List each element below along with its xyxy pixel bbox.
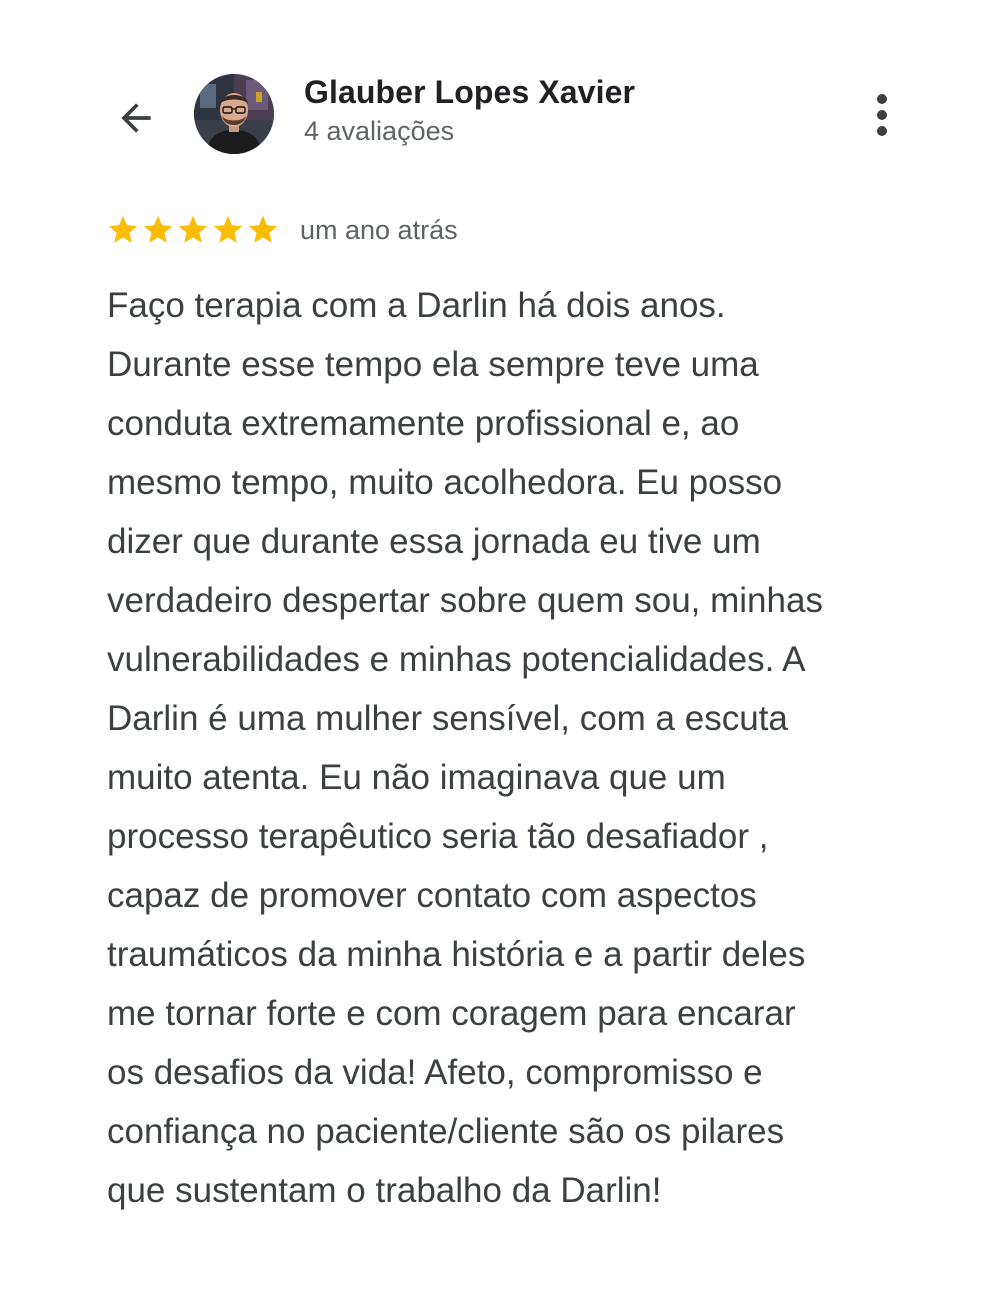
review-text-line: me tornar forte e com coragem para encar… bbox=[107, 994, 796, 1033]
review-text-line: que sustentam o trabalho da Darlin! bbox=[107, 1171, 662, 1210]
review-text: Faço terapia com a Darlin há dois anos. D… bbox=[107, 276, 927, 1220]
avatar[interactable] bbox=[194, 74, 274, 154]
review-text-line: confiança no paciente/cliente são os pil… bbox=[107, 1112, 785, 1151]
review-count: 4 avaliações bbox=[304, 116, 455, 146]
review-text-line: vulnerabilidades e minhas potencialidade… bbox=[107, 640, 806, 679]
review-text-line: os desafios da vida! Afeto, compromisso … bbox=[107, 1053, 763, 1092]
review-text-line: Darlin é uma mulher sensível, com a escu… bbox=[107, 699, 788, 738]
more-options-button[interactable] bbox=[862, 90, 902, 140]
review-text-line: Durante esse tempo ela sempre teve uma bbox=[107, 345, 759, 384]
avatar-photo bbox=[194, 74, 274, 154]
rating-row: um ano atrás bbox=[106, 210, 458, 250]
review-text-line: mesmo tempo, muito acolhedora. Eu posso bbox=[107, 463, 783, 502]
star-icon bbox=[178, 215, 208, 243]
arrow-back-icon bbox=[121, 103, 151, 133]
review-text-line: processo terapêutico seria tão desafiado… bbox=[107, 817, 769, 856]
review-text-line: traumáticos da minha história e a partir… bbox=[107, 935, 806, 974]
star-icon bbox=[213, 215, 243, 243]
star-rating bbox=[106, 213, 280, 247]
review-text-line: conduta extremamente profissional e, ao bbox=[107, 404, 740, 443]
star-icon bbox=[248, 215, 278, 243]
review-text-line: dizer que durante essa jornada eu tive u… bbox=[107, 522, 761, 561]
more-vert-icon bbox=[877, 94, 887, 136]
review-time: um ano atrás bbox=[300, 214, 458, 245]
back-button[interactable] bbox=[108, 90, 164, 146]
review-text-line: verdadeiro despertar sobre quem sou, min… bbox=[107, 581, 823, 620]
reviewer-name[interactable]: Glauber Lopes Xavier bbox=[304, 74, 635, 111]
star-icon bbox=[108, 215, 138, 243]
review-text-line: capaz de promover contato com aspectos bbox=[107, 876, 757, 915]
star-icon bbox=[143, 215, 173, 243]
review-text-line: Faço terapia com a Darlin há dois anos. bbox=[107, 286, 726, 325]
review-text-line: muito atenta. Eu não imaginava que um bbox=[107, 758, 726, 797]
